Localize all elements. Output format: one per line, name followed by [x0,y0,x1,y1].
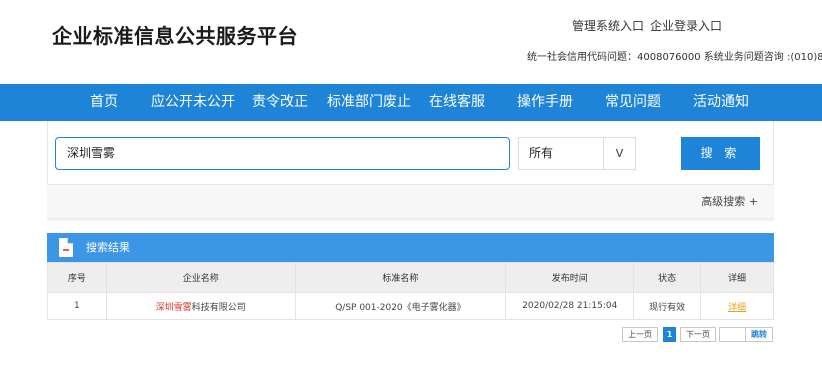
row-standard-name: Q/SP 001-2020《电子雾化器》 [294,292,507,320]
table-row: 1 深圳雪雾科技有限公司 Q/SP 001-2020《电子雾化器》 2020/0… [47,292,774,320]
scope-select-value: 所有 [529,146,554,160]
nav-item-manual[interactable]: 操作手册 [517,84,573,121]
column-header-detail: 详细 [700,262,774,293]
company-name-highlight: 深圳雪雾 [155,302,192,313]
results-title: 搜索结果 [86,241,130,254]
column-header-status: 状态 [633,262,702,293]
page-jump-button[interactable]: 跳转 [745,327,773,342]
search-input[interactable]: 深圳雪雾 [55,137,510,170]
next-page-button[interactable]: 下一页 [680,327,716,342]
row-company: 深圳雪雾科技有限公司 [105,292,296,320]
divider [47,218,774,222]
nav-item-abolished[interactable]: 标准部门废止 [327,84,411,121]
chevron-down-icon[interactable]: V [603,138,635,169]
column-header-index: 序号 [47,262,107,293]
advanced-search-bar: 高级搜索 + [47,185,774,218]
nav-item-unpublished[interactable]: 应公开未公开 [151,84,235,121]
prev-page-button[interactable]: 上一页 [622,327,658,342]
enterprise-login-link[interactable]: 企业登录入口 [650,19,722,33]
nav-item-rectification[interactable]: 责令改正 [252,84,308,121]
search-button[interactable]: 搜 索 [681,137,760,170]
nav-item-online-service[interactable]: 在线客服 [429,84,485,121]
column-header-company: 企业名称 [105,262,296,293]
column-header-published: 发布时间 [505,262,635,293]
row-publish-time: 2020/02/28 21:15:04 [505,292,635,320]
main-nav: 首页 应公开未公开 责令改正 标准部门废止 在线客服 操作手册 常见问题 活动通… [0,84,822,121]
results-table: 序号 企业名称 标准名称 发布时间 状态 详细 1 深圳雪雾科技有限公司 Q/S… [47,262,774,320]
results-header: 搜索结果 [47,233,774,262]
hotline-info: 统一社会信用代码问题：4008076000 系统业务问题咨询 :(010)8 [527,52,822,63]
site-title: 企业标准信息公共服务平台 [52,24,298,48]
column-header-standard: 标准名称 [294,262,507,293]
page-number-current[interactable]: 1 [663,327,676,342]
table-header-row: 序号 企业名称 标准名称 发布时间 状态 详细 [47,262,774,293]
company-name-rest: 科技有限公司 [191,302,246,313]
detail-link[interactable]: 详细 [728,303,746,313]
row-index: 1 [47,292,107,320]
nav-item-home[interactable]: 首页 [90,84,118,121]
document-icon [59,238,73,257]
nav-item-faq[interactable]: 常见问题 [605,84,661,121]
nav-item-notices[interactable]: 活动通知 [693,84,749,121]
admin-system-link[interactable]: 管理系统入口 [572,19,644,33]
top-links: 管理系统入口 企业登录入口 [572,17,722,34]
row-detail-cell: 详细 [700,292,774,320]
row-status: 现行有效 [633,292,702,320]
advanced-search-toggle[interactable]: 高级搜索 + [701,185,758,218]
scope-select[interactable]: 所有 V [518,137,636,170]
